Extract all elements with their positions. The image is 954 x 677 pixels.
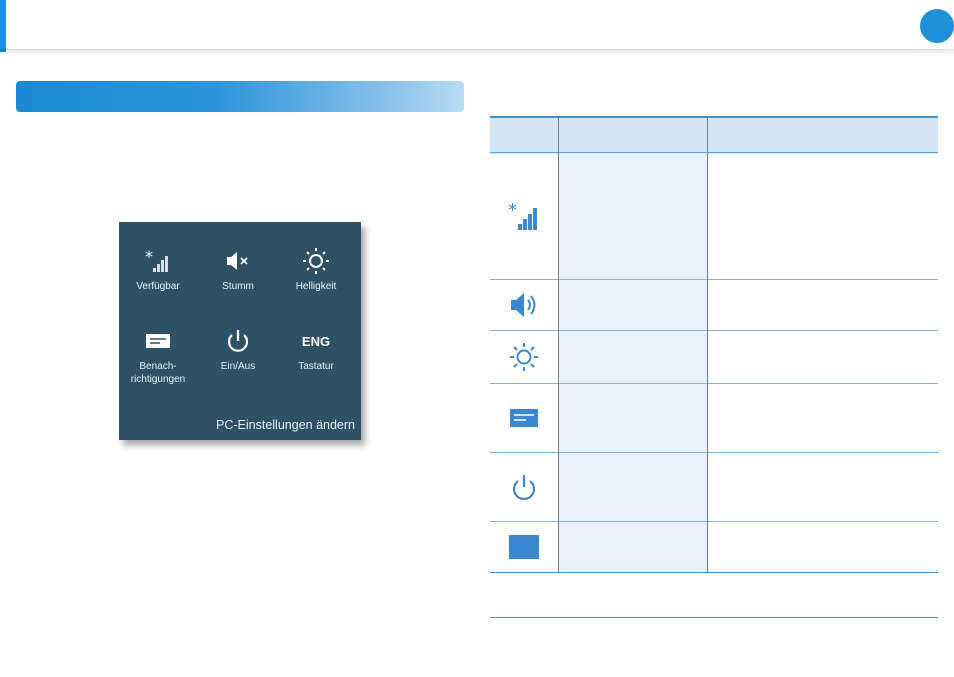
power-icon — [490, 453, 558, 521]
quick-settings-panel: * Verfügbar Stumm Helligkeit Benach- ric… — [119, 222, 361, 440]
keyboard-icon: ENG — [277, 326, 355, 356]
signal-icon: * — [119, 246, 197, 276]
notification-icon — [119, 326, 197, 356]
brightness-icon — [490, 331, 558, 383]
left-accent-bar — [0, 0, 6, 52]
tile-label: Helligkeit — [295, 281, 337, 292]
tile-label: Ein/Aus — [220, 361, 256, 372]
tile-brightness[interactable]: Helligkeit — [277, 246, 355, 293]
tile-keyboard[interactable]: ENG Tastatur — [277, 326, 355, 373]
speaker-icon — [490, 280, 558, 330]
header-rule — [6, 49, 944, 50]
tile-label: Tastatur — [298, 361, 334, 372]
pc-settings-link[interactable]: PC-Einstellungen ändern — [216, 418, 355, 432]
mute-icon — [199, 246, 277, 276]
header-shadow — [0, 49, 954, 56]
svg-text:*: * — [508, 200, 517, 221]
tile-notifications[interactable]: Benach- richtigungen — [119, 326, 197, 386]
power-icon — [199, 326, 277, 356]
page-number-badge — [920, 9, 954, 43]
column-divider — [558, 116, 559, 573]
brightness-icon — [277, 246, 355, 276]
tile-power[interactable]: Ein/Aus — [199, 326, 277, 373]
tile-label: Benach- richtigungen — [130, 361, 186, 385]
column-divider — [707, 116, 708, 573]
svg-text:*: * — [145, 248, 153, 266]
footnote-rule — [490, 617, 938, 618]
tile-network[interactable]: * Verfügbar — [119, 246, 197, 293]
table-col2-bg — [559, 153, 707, 572]
tile-label: Stumm — [222, 281, 254, 292]
tile-volume[interactable]: Stumm — [199, 246, 277, 293]
keyboard-language-glyph: ENG — [301, 333, 331, 349]
section-heading-bar — [16, 81, 464, 112]
tile-label: Verfügbar — [136, 281, 180, 292]
keyboard-icon — [490, 522, 558, 572]
signal-icon: * — [490, 153, 558, 279]
notification-icon — [490, 384, 558, 452]
